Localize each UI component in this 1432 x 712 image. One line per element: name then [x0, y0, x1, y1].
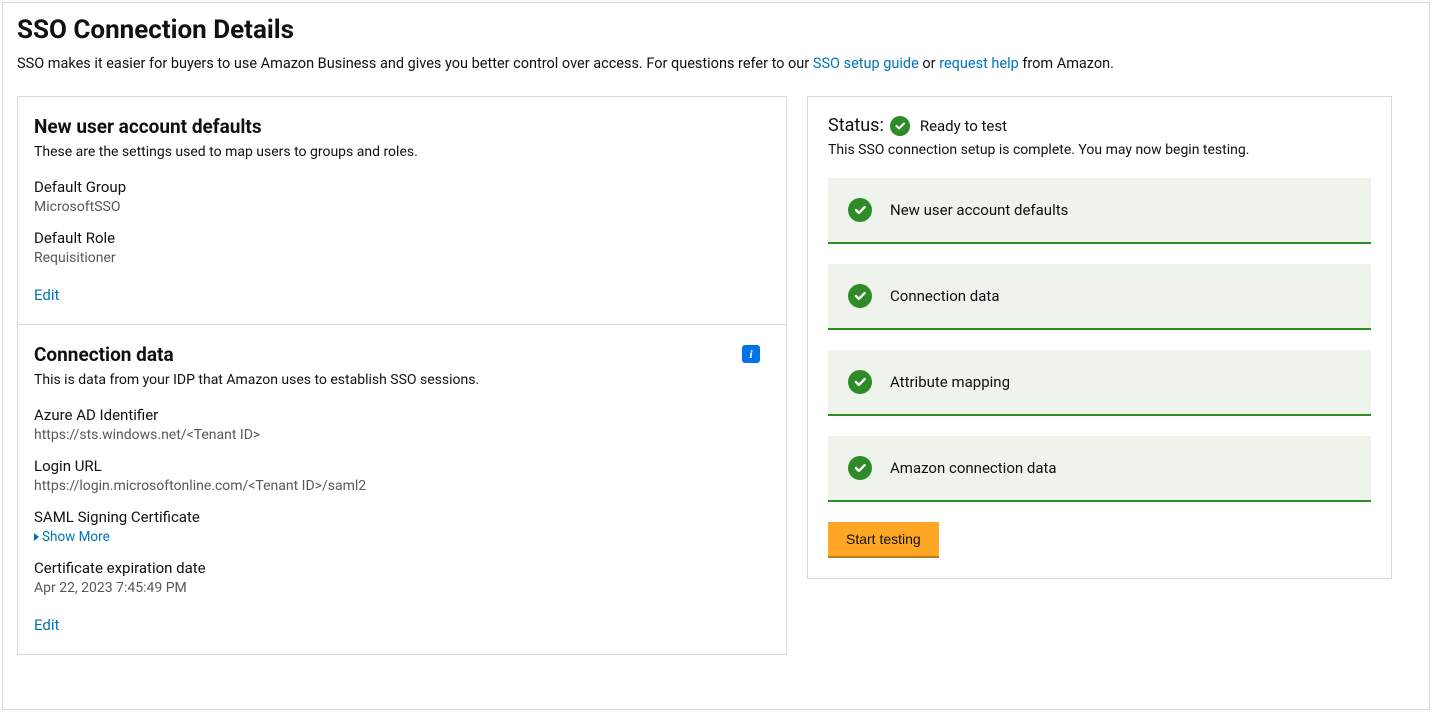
check-circle-icon — [848, 198, 872, 222]
page-desc-text: SSO makes it easier for buyers to use Am… — [17, 55, 813, 72]
checklist-item: Attribute mapping — [828, 350, 1371, 416]
field-value: https://login.microsoftonline.com/<Tenan… — [34, 478, 770, 494]
page-desc-mid: or — [919, 55, 939, 72]
field-label: Azure AD Identifier — [34, 406, 770, 424]
status-header: Status: Ready to test — [828, 115, 1371, 136]
check-circle-icon — [848, 370, 872, 394]
checklist-label: Attribute mapping — [890, 373, 1010, 391]
check-circle-icon — [848, 456, 872, 480]
azure-id-field: Azure AD Identifier https://sts.windows.… — [34, 406, 770, 443]
field-label: SAML Signing Certificate — [34, 508, 770, 526]
edit-connection-link[interactable]: Edit — [34, 616, 59, 634]
status-card: Status: Ready to test This SSO connectio… — [807, 96, 1392, 579]
field-label: Login URL — [34, 457, 770, 475]
field-label: Certificate expiration date — [34, 559, 770, 577]
checklist-label: Amazon connection data — [890, 459, 1057, 477]
checklist-label: Connection data — [890, 287, 1000, 305]
status-description: This SSO connection setup is complete. Y… — [828, 142, 1371, 158]
default-group-field: Default Group MicrosoftSSO — [34, 178, 770, 215]
card-title: New user account defaults — [34, 115, 770, 138]
field-value: MicrosoftSSO — [34, 199, 770, 215]
field-label: Default Role — [34, 229, 770, 247]
checklist-label: New user account defaults — [890, 201, 1068, 219]
connection-data-card: Connection data i This is data from your… — [17, 325, 787, 655]
status-prefix: Status: — [828, 115, 884, 136]
page-description: SSO makes it easier for buyers to use Am… — [17, 55, 1415, 72]
check-circle-icon — [848, 284, 872, 308]
check-circle-icon — [890, 116, 910, 136]
default-role-field: Default Role Requisitioner — [34, 229, 770, 266]
start-testing-button[interactable]: Start testing — [828, 522, 939, 558]
status-label: Ready to test — [920, 117, 1007, 135]
cert-expiration-field: Certificate expiration date Apr 22, 2023… — [34, 559, 770, 596]
checklist-item: Amazon connection data — [828, 436, 1371, 502]
field-value: Requisitioner — [34, 250, 770, 266]
request-help-link[interactable]: request help — [939, 55, 1019, 72]
field-value: Apr 22, 2023 7:45:49 PM — [34, 580, 770, 596]
checklist-item: New user account defaults — [828, 178, 1371, 244]
field-value: https://sts.windows.net/<Tenant ID> — [34, 427, 770, 443]
page-desc-suffix: from Amazon. — [1019, 55, 1114, 72]
saml-cert-field: SAML Signing Certificate Show More — [34, 508, 770, 545]
card-subtitle: These are the settings used to map users… — [34, 144, 770, 160]
sso-setup-guide-link[interactable]: SSO setup guide — [813, 55, 919, 72]
info-icon[interactable]: i — [742, 345, 760, 363]
edit-defaults-link[interactable]: Edit — [34, 286, 59, 304]
caret-right-icon — [34, 533, 39, 541]
login-url-field: Login URL https://login.microsoftonline.… — [34, 457, 770, 494]
card-subtitle: This is data from your IDP that Amazon u… — [34, 372, 770, 388]
card-title: Connection data — [34, 343, 770, 366]
show-more-label: Show More — [42, 529, 110, 545]
new-user-defaults-card: New user account defaults These are the … — [17, 96, 787, 325]
show-more-link[interactable]: Show More — [34, 529, 770, 545]
field-label: Default Group — [34, 178, 770, 196]
page-title: SSO Connection Details — [17, 15, 1415, 45]
checklist-item: Connection data — [828, 264, 1371, 330]
